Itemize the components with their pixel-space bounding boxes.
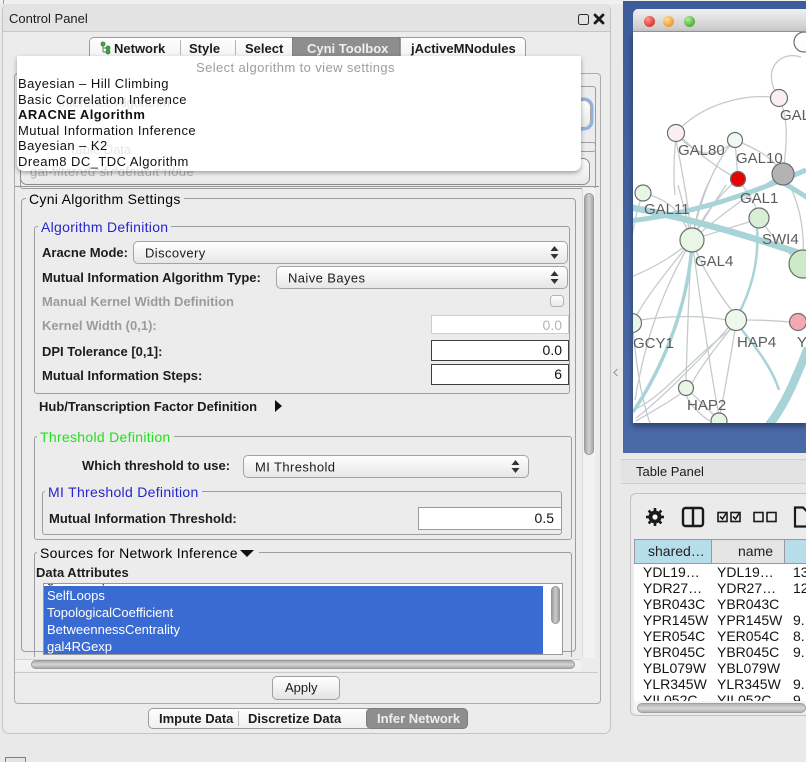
svg-text:SWI4: SWI4 <box>762 231 799 248</box>
svg-text:GAL80: GAL80 <box>678 142 725 159</box>
svg-text:GAL10: GAL10 <box>736 150 783 167</box>
svg-text:Y: Y <box>797 334 806 351</box>
svg-text:HAP2: HAP2 <box>687 397 726 414</box>
svg-text:GAL11: GAL11 <box>644 201 690 218</box>
svg-text:GAL1: GAL1 <box>740 190 778 207</box>
svg-text:GCY1: GCY1 <box>633 335 674 352</box>
svg-text:GAL: GAL <box>780 107 806 124</box>
svg-text:GAL4: GAL4 <box>695 253 733 270</box>
svg-text:HAP4: HAP4 <box>737 334 776 351</box>
